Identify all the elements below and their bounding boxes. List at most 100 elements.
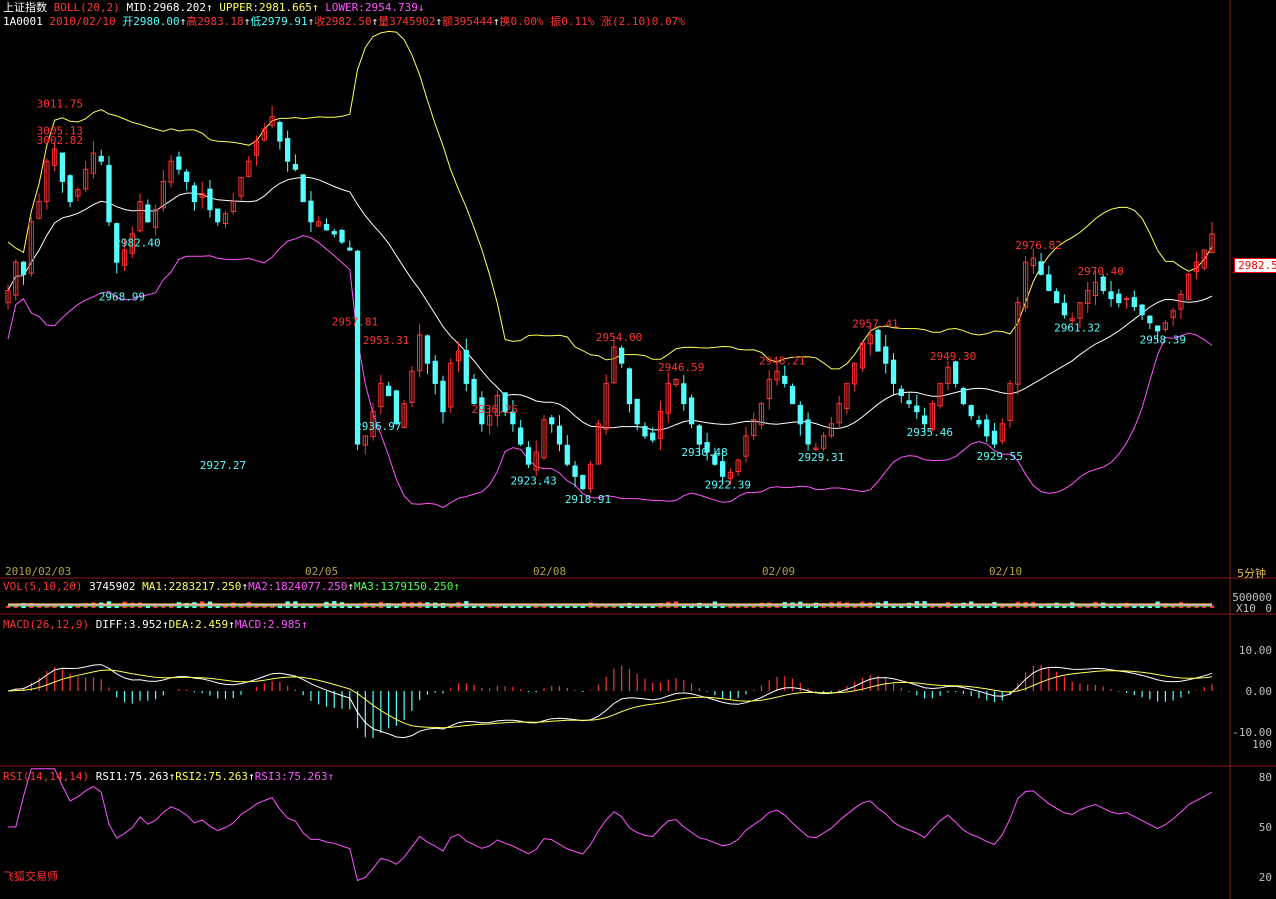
candle-body (1123, 298, 1130, 301)
price-annotation: 2968.99 (99, 290, 145, 303)
macd-header: MACD(26,12,9) DIFF:3.952↑DEA:2.459↑MACD:… (3, 618, 308, 631)
candle-body (580, 474, 586, 489)
candle-body (354, 250, 361, 445)
x-axis-label: 02/09 (762, 565, 796, 578)
macd-diff-line (7, 664, 1213, 739)
price-annotation: 3002.82 (37, 134, 83, 147)
price-annotation: 2923.43 (510, 475, 556, 488)
candle-body (906, 400, 912, 405)
boll-mid-line (7, 176, 1213, 431)
price-annotation: 2948.21 (759, 354, 805, 367)
candle-body (890, 359, 897, 384)
bar-date: 2010/02/10 (49, 15, 116, 28)
candle-body (20, 261, 27, 275)
up-arrow-icon: ↑ (492, 15, 500, 28)
candle-body (968, 405, 974, 417)
up-arrow-icon: ↑ (311, 1, 319, 14)
mid-value: MID:2968.202 (126, 1, 206, 14)
rsi-2: RSI2:75.263 (175, 770, 249, 783)
macd-value: MACD:2.985 (234, 618, 302, 631)
candle-body (782, 375, 788, 384)
price-annotation: 2976.82 (1015, 239, 1061, 252)
candle-body (385, 385, 392, 397)
candle-body (991, 430, 998, 445)
turnover-value: 换0.00% (499, 15, 544, 28)
candle-body (145, 204, 151, 223)
current-price-badge: 2982.5 (1234, 258, 1276, 273)
volume-value: 量3745902 (378, 15, 436, 28)
price-annotation: 2961.32 (1054, 321, 1100, 334)
high-value: 高2983.18 (186, 15, 244, 28)
candle-body (292, 163, 299, 170)
macd-diff: DIFF:3.952 (95, 618, 162, 631)
candle-body (650, 432, 656, 441)
price-annotation: 2949.30 (930, 350, 976, 363)
price-annotation: 2946.59 (658, 361, 704, 374)
candle-body (642, 425, 648, 437)
vol-title: VOL(5,10,20) (3, 580, 83, 593)
price-annotation: 2927.27 (200, 459, 246, 472)
price-annotation: 2930.48 (681, 446, 727, 459)
stock-code: 1A0001 (3, 15, 43, 28)
vol-ma2: MA2:1824077.250 (248, 580, 348, 593)
up-arrow-icon: ↑ (161, 618, 169, 631)
macd-dea-line (7, 669, 1213, 729)
candle-body (953, 361, 959, 384)
candle-body (1046, 274, 1052, 291)
price-annotation: 2957.41 (852, 317, 898, 330)
candle-body (300, 174, 306, 203)
candle-body (184, 171, 190, 182)
candle-body (1100, 276, 1106, 291)
up-arrow-icon: ↑ (205, 1, 213, 14)
candle-body (564, 444, 570, 465)
price-annotation: 2954.00 (596, 331, 642, 344)
price-annotation: 2957.81 (332, 316, 378, 329)
up-arrow-icon: ↑ (228, 618, 235, 631)
candle-body (960, 387, 967, 405)
up-arrow-icon: ↑ (248, 770, 255, 783)
candle-body (1147, 315, 1153, 324)
volume-panel (5, 601, 1215, 608)
candle-body (67, 175, 73, 203)
price-annotation: 3011.75 (37, 98, 83, 111)
candle-body (277, 122, 283, 142)
candle-body (440, 380, 446, 413)
boll-label: BOLL(20,2) (53, 1, 120, 14)
price-annotation: 2929.55 (977, 450, 1023, 463)
index-name: 上证指数 (3, 1, 47, 14)
candle-body (1054, 291, 1060, 304)
candle-body (308, 200, 314, 223)
rsi-tick: 50 (1258, 821, 1272, 834)
price-annotation: 2929.31 (798, 451, 844, 464)
candle-body (556, 425, 563, 445)
candle-body (681, 383, 687, 405)
candle-body (549, 417, 555, 425)
macd-tick: 10.00 (1238, 644, 1272, 657)
candle-body (285, 138, 291, 162)
candle-body (898, 388, 904, 397)
candle-body (471, 378, 477, 405)
up-arrow-icon: ↑ (453, 580, 460, 593)
period-unit[interactable]: 5分钟 (1237, 565, 1266, 581)
rsi-tick: 20 (1258, 871, 1272, 884)
vol-value: 3745902 (89, 580, 136, 593)
candle-body (432, 360, 438, 384)
vol-scale-unit: X10 (1236, 602, 1256, 615)
x-axis-label: 02/05 (305, 565, 339, 578)
chart-canvas: 3005.133002.823011.752968.992982.402927.… (0, 0, 1276, 899)
candle-body (914, 405, 920, 413)
candle-body (207, 188, 213, 211)
open-value: 开2980.00 (122, 15, 180, 28)
candle-body (1116, 293, 1122, 304)
upper-value: UPPER:2981.665 (219, 1, 312, 14)
price-annotation: 2953.31 (363, 334, 409, 347)
change-value: 涨(2.10)0.07% (601, 15, 685, 28)
candle-body (1139, 304, 1145, 316)
candle-body (191, 185, 198, 203)
price-annotation: 2935.46 (907, 426, 953, 439)
candle-body (626, 368, 633, 405)
price-annotation: 2936.97 (355, 420, 401, 433)
macd-dea: DEA:2.459 (168, 618, 229, 631)
x-axis-label: 02/08 (533, 565, 567, 578)
x-axis-label: 2010/02/03 (5, 565, 72, 578)
